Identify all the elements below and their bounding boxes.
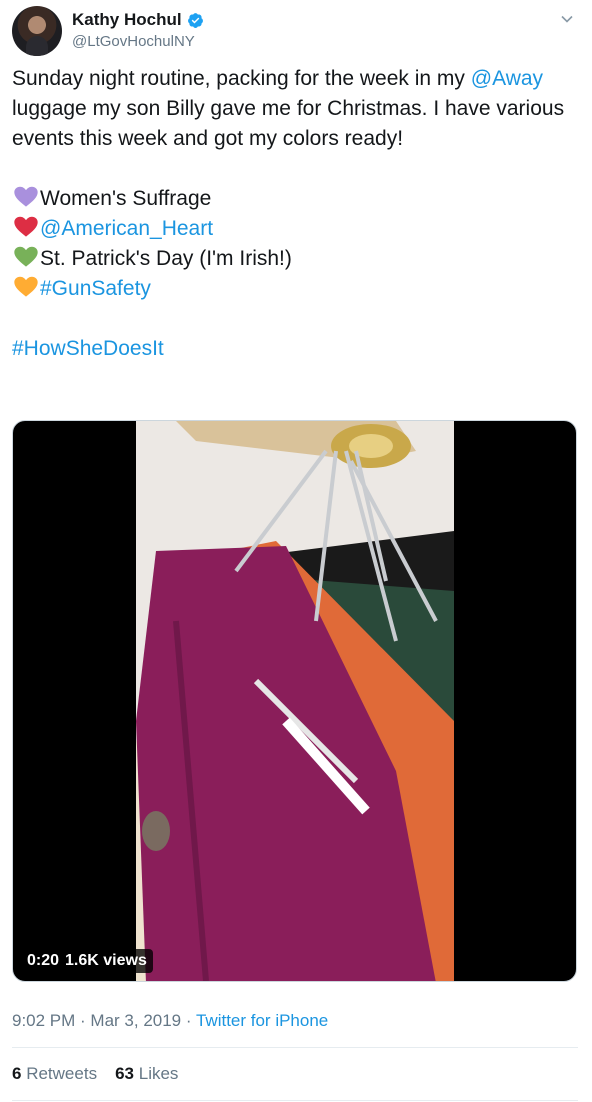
video-views: 1.6K views [65, 952, 147, 969]
american-heart-link[interactable]: @American_Heart [40, 217, 213, 240]
likes-label: Likes [138, 1064, 179, 1083]
video-stats-badge: 0:20 1.6K views [21, 949, 153, 973]
mention-away-link[interactable]: @Away [471, 67, 543, 90]
color-item: @American_Heart [12, 216, 213, 240]
tweet-header: Kathy Hochul @LtGovHochulNY [12, 6, 580, 58]
howshedoesit-hashtag-link[interactable]: #HowSheDoesIt [12, 337, 164, 360]
color-item-label: St. Patrick's Day (I'm Irish!) [40, 247, 292, 270]
user-handle[interactable]: @LtGovHochulNY [72, 33, 195, 50]
green-heart-icon [14, 246, 38, 267]
color-item: #GunSafety [12, 276, 151, 300]
verified-badge-icon [187, 12, 203, 28]
tweet-text-pre: Sunday night routine, packing for the we… [12, 67, 471, 90]
tweet-stats: 6 Retweets 63 Likes [12, 1064, 178, 1084]
orange-heart-icon [14, 276, 38, 297]
tweet-source-link[interactable]: Twitter for iPhone [196, 1011, 328, 1030]
color-item: St. Patrick's Day (I'm Irish!) [12, 246, 292, 270]
red-heart-icon [14, 216, 38, 237]
color-item-label: Women's Suffrage [40, 187, 212, 210]
meta-separator: · [75, 1011, 91, 1030]
chevron-down-icon[interactable] [560, 12, 574, 26]
likes-stat[interactable]: 63 Likes [115, 1064, 178, 1084]
meta-separator: · [181, 1011, 196, 1030]
tweet-meta: 9:02 PM · Mar 3, 2019 · Twitter for iPho… [12, 1011, 328, 1031]
divider [12, 1100, 578, 1101]
video-duration: 0:20 [27, 952, 60, 969]
retweets-count: 6 [12, 1064, 22, 1083]
name-row: Kathy Hochul [72, 10, 204, 30]
tweet-time[interactable]: 9:02 PM [12, 1011, 75, 1030]
video-frame[interactable] [136, 421, 454, 981]
likes-count: 63 [115, 1064, 134, 1083]
retweets-stat[interactable]: 6 Retweets [12, 1064, 97, 1084]
tweet-body: Sunday night routine, packing for the we… [12, 64, 577, 364]
video-player[interactable]: 0:20 1.6K views [12, 420, 577, 982]
retweets-label: Retweets [26, 1064, 98, 1083]
avatar[interactable] [12, 6, 62, 56]
color-item: Women's Suffrage [12, 186, 212, 210]
tweet-date[interactable]: Mar 3, 2019 [90, 1011, 181, 1030]
divider [12, 1047, 578, 1048]
gunsafety-hashtag-link[interactable]: #GunSafety [40, 277, 151, 300]
video-thumbnail-image [136, 421, 454, 981]
purple-heart-icon [14, 186, 38, 207]
display-name[interactable]: Kathy Hochul [72, 10, 182, 30]
